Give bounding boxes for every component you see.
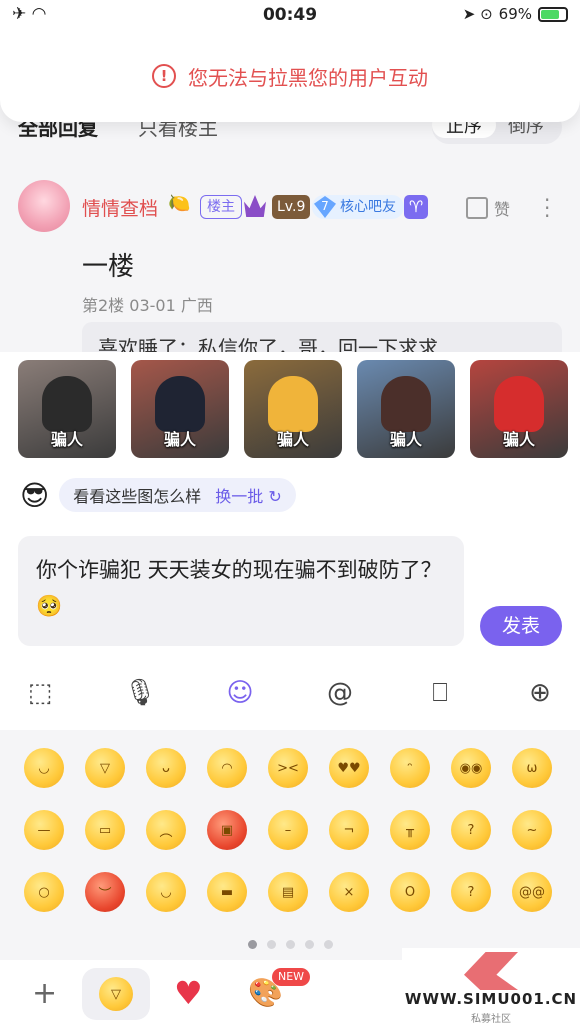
sticker-item[interactable]: 骗人 xyxy=(18,360,116,458)
status-right: ➤ ⊙ 69% xyxy=(463,5,568,23)
page-dot xyxy=(266,940,276,949)
page-dot xyxy=(323,940,333,949)
cool-face-icon: 😎 xyxy=(20,478,50,512)
emoji-unhappy-icon[interactable]: ︵ xyxy=(146,810,186,850)
avatar[interactable] xyxy=(18,180,70,232)
post-meta: 第2楼 03-01 广西 xyxy=(82,296,213,315)
emoji-question-icon[interactable]: ? xyxy=(451,872,491,912)
sticker-figure xyxy=(381,376,431,432)
emoji-faint-icon[interactable]: × xyxy=(329,872,369,912)
emoji-love-icon[interactable]: ♥♥ xyxy=(329,748,369,788)
refresh-button[interactable]: 换一批 ↻ xyxy=(215,483,282,507)
battery-icon xyxy=(538,6,568,22)
more-icon[interactable]: · · · xyxy=(544,190,550,226)
post-content: 一楼 xyxy=(82,252,135,282)
emoji-shock-icon[interactable]: ○ xyxy=(24,872,64,912)
emoji-teeth-icon[interactable]: ▭ xyxy=(85,810,125,850)
watermark-logo xyxy=(464,952,518,990)
emoji-category-default[interactable]: ▽ xyxy=(82,968,150,1020)
suggest-text: 看看这些图怎么样 xyxy=(73,487,202,506)
emoji-hug-icon[interactable]: ◡ xyxy=(146,872,186,912)
thumb-up-icon xyxy=(466,197,488,219)
emoji-panel: ◡ ▽ ᴗ ◠ >< ♥♥ ᵔ ◉◉ ω — ▭ ︵ ▣ – ¬ ╥ ? ~ ○… xyxy=(0,730,580,960)
sticker-suggestions: 骗人 骗人 骗人 骗人 骗人 xyxy=(18,360,568,458)
watermark-sub: 私募社区 xyxy=(471,1014,511,1025)
emoji-shy-icon[interactable]: ω xyxy=(512,748,552,788)
like-button[interactable]: 赞 xyxy=(466,196,510,220)
emoji-grimace-icon[interactable]: ▤ xyxy=(268,872,308,912)
emoji-smile-icon[interactable]: ◡ xyxy=(24,748,64,788)
sticker-item[interactable]: 骗人 xyxy=(244,360,342,458)
diamond-icon: 7 xyxy=(314,196,336,218)
page-dot xyxy=(285,940,295,949)
sticker-figure xyxy=(268,376,318,432)
sticker-caption: 骗人 xyxy=(502,430,535,449)
page-dot xyxy=(304,940,314,949)
sticker-figure xyxy=(155,376,205,432)
emoji-dizzy-icon[interactable]: @@ xyxy=(512,872,552,912)
sticker-figure xyxy=(42,376,92,432)
sticker-item[interactable]: 骗人 xyxy=(131,360,229,458)
emoji-puppy-eyes-icon[interactable]: ◉◉ xyxy=(451,748,491,788)
floor-post: 情情查档 🍋 楼主 Lv.9 7 核心吧友 ♈ 赞 · · · 一楼 第2楼 03-… xyxy=(0,160,580,362)
emoji-pout-icon[interactable]: ᵔ xyxy=(390,748,430,788)
sticker-caption: 骗人 xyxy=(276,430,309,449)
emoji-spit-icon[interactable]: ~ xyxy=(512,810,552,850)
emoji-grid: ◡ ▽ ᴗ ◠ >< ♥♥ ᵔ ◉◉ ω — ▭ ︵ ▣ – ¬ ╥ ? ~ ○… xyxy=(24,748,573,912)
level-badge: Lv.9 xyxy=(272,195,311,219)
crown-icon xyxy=(244,195,266,217)
sticker-caption: 骗人 xyxy=(389,430,422,449)
sticker-figure xyxy=(494,376,544,432)
emoji-smug-icon[interactable]: — xyxy=(24,810,64,850)
sticker-caption: 骗人 xyxy=(50,430,83,449)
microphone-icon[interactable]: 🎙 xyxy=(122,675,158,711)
aries-icon: ♈ xyxy=(404,195,428,219)
tv-icon[interactable]: ⎕ xyxy=(422,675,458,711)
send-button[interactable]: 发表 xyxy=(480,606,562,646)
status-bar: ✈ ◠ 00:49 ➤ ⊙ 69% xyxy=(0,0,580,30)
emoji-cheer-icon[interactable]: ◠ xyxy=(207,748,247,788)
like-label: 赞 xyxy=(494,200,511,219)
emoji-sweat-icon[interactable]: – xyxy=(268,810,308,850)
battery-percent: 69% xyxy=(498,5,532,23)
warning-icon: ! xyxy=(152,64,176,88)
emoji-laugh-icon[interactable]: >< xyxy=(268,748,308,788)
emoji-icon[interactable]: ☺ xyxy=(222,675,258,711)
add-emoji-icon[interactable]: + xyxy=(32,976,57,1011)
reply-input[interactable]: 你个诈骗犯 天天装女的现在骗不到破防了？ 🥺 xyxy=(18,536,464,646)
watermark-url: WWW.SIMU001.CN xyxy=(404,990,578,1008)
add-icon[interactable]: ⊕ xyxy=(522,675,558,711)
suggest-row: 😎 看看这些图怎么样 换一批 ↻ xyxy=(20,478,296,512)
suggest-pill[interactable]: 看看这些图怎么样 换一批 ↻ xyxy=(59,478,296,512)
emoji-mad-icon[interactable]: ︶ xyxy=(85,872,125,912)
page-dot xyxy=(247,940,257,949)
owner-badge: 楼主 xyxy=(200,195,242,219)
mention-icon[interactable]: @ xyxy=(322,675,358,711)
emoji-angry-icon[interactable]: ▣ xyxy=(207,810,247,850)
compose-toolbar: ⬚ 🎙 ☺ @ ⎕ ⊕ xyxy=(0,668,580,718)
emoji-cry-icon[interactable]: ╥ xyxy=(390,810,430,850)
lemon-icon: 🍋 xyxy=(168,193,191,214)
image-icon[interactable]: ⬚ xyxy=(22,675,58,711)
location-lock-icons: ➤ ⊙ xyxy=(462,5,493,23)
smile-category-icon: ▽ xyxy=(99,977,133,1011)
sticker-caption: 骗人 xyxy=(163,430,196,449)
emoji-think-icon[interactable]: ? xyxy=(451,810,491,850)
sticker-item[interactable]: 骗人 xyxy=(357,360,455,458)
emoji-speechless-icon[interactable]: ¬ xyxy=(329,810,369,850)
core-label: 核心吧友 xyxy=(340,199,396,215)
emoji-sunglasses-icon[interactable]: ▬ xyxy=(207,872,247,912)
username[interactable]: 情情查档 xyxy=(82,194,158,221)
toast-message: 您无法与拉黑您的用户互动 xyxy=(188,65,428,90)
sticker-item[interactable]: 骗人 xyxy=(470,360,568,458)
new-badge: NEW xyxy=(272,968,311,986)
compose-panel: 骗人 骗人 骗人 骗人 骗人 😎 看看这些图怎么样 换一批 ↻ 你个诈骗犯 天天… xyxy=(0,352,580,730)
watermark: WWW.SIMU001.CN 私募社区 xyxy=(402,948,580,1031)
core-member-badge: 7 核心吧友 xyxy=(312,195,404,219)
favorites-heart-icon[interactable]: ♥ xyxy=(174,974,203,1012)
emoji-tongue-icon[interactable]: ᴗ xyxy=(146,748,186,788)
emoji-scream-icon[interactable]: O xyxy=(390,872,430,912)
emoji-grin-icon[interactable]: ▽ xyxy=(85,748,125,788)
block-toast: ! 您无法与拉黑您的用户互动 xyxy=(0,30,580,122)
